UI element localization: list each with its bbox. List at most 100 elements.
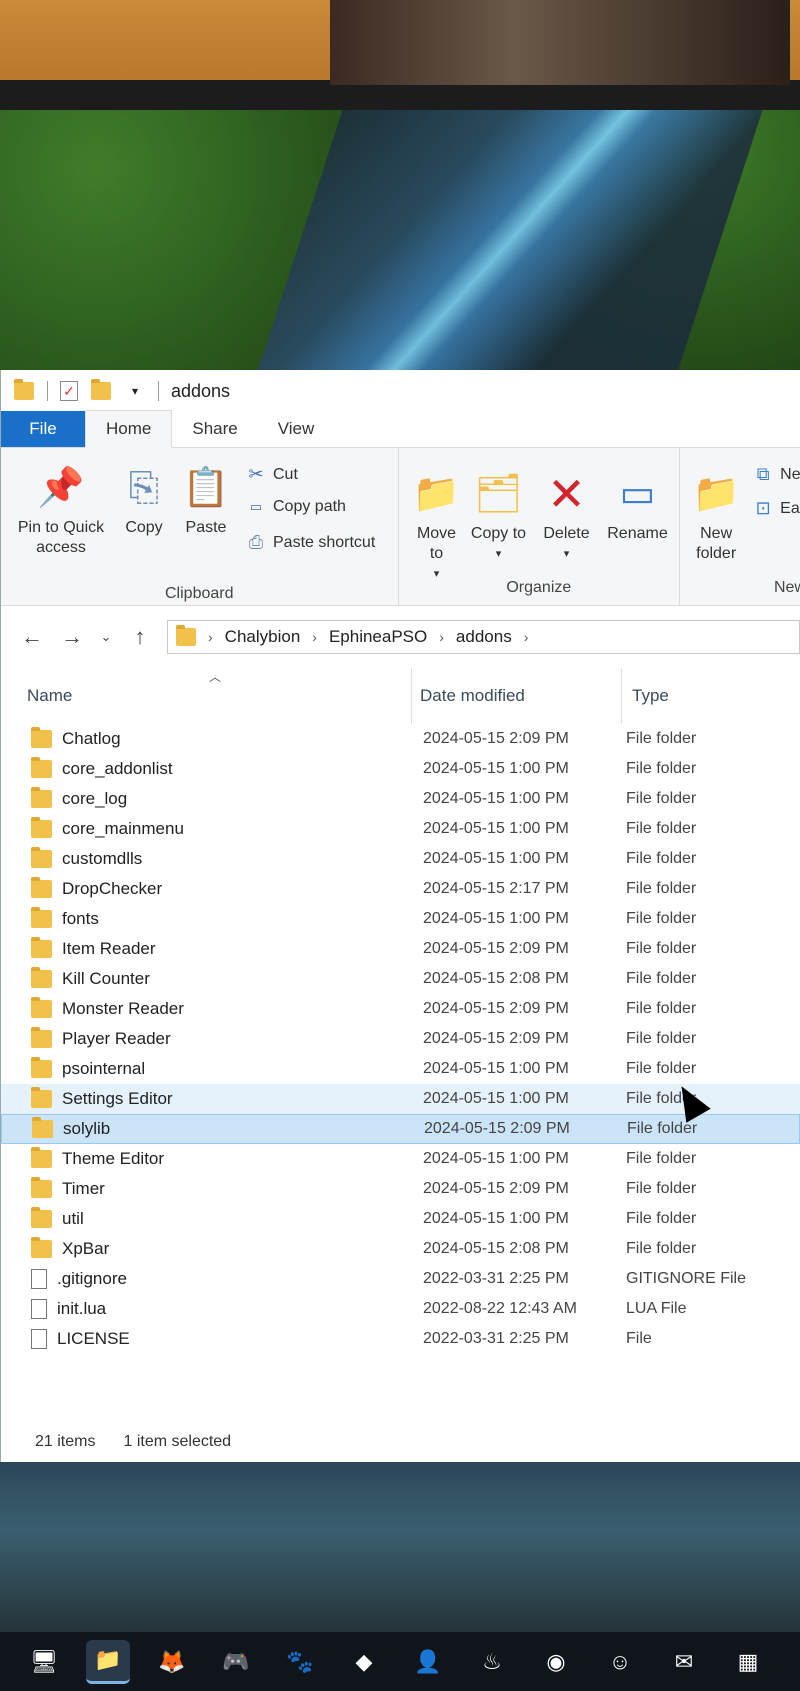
breadcrumb-segment[interactable]: EphineaPSO: [329, 627, 427, 647]
file-name-cell[interactable]: Theme Editor: [1, 1147, 411, 1169]
breadcrumb-segment[interactable]: Chalybion: [225, 627, 301, 647]
tab-view[interactable]: View: [258, 411, 335, 447]
table-row[interactable]: Player Reader 2024-05-15 2:09 PM File fold…: [1, 1024, 800, 1054]
fox-mask-icon[interactable]: 🦊: [150, 1640, 194, 1684]
file-name-cell[interactable]: LICENSE: [1, 1329, 411, 1349]
chevron-right-icon[interactable]: ›: [312, 629, 317, 645]
file-name-cell[interactable]: XpBar: [1, 1237, 411, 1259]
tab-file[interactable]: File: [1, 411, 85, 447]
pin-quick-access-button[interactable]: 📌 Pin to Quick access: [9, 462, 113, 558]
new-folder-button[interactable]: 📁 New folder: [688, 468, 744, 564]
file-name-cell[interactable]: solylib: [2, 1117, 412, 1139]
table-row[interactable]: core_addonlist 2024-05-15 1:00 PM File fol…: [1, 754, 800, 784]
file-name: solylib: [63, 1119, 111, 1138]
file-explorer-icon[interactable]: 📁: [86, 1639, 130, 1684]
chevron-right-icon[interactable]: ›: [524, 629, 529, 645]
table-row[interactable]: LICENSE 2022-03-31 2:25 PM File: [1, 1324, 800, 1354]
file-name-cell[interactable]: Kill Counter: [1, 967, 411, 989]
status-bar: 21 items 1 item selected: [1, 1422, 800, 1462]
character-app-icon[interactable]: 👤: [406, 1640, 450, 1684]
table-row[interactable]: fonts 2024-05-15 1:00 PM File folder: [1, 904, 800, 934]
file-name-cell[interactable]: Settings Editor: [1, 1087, 411, 1109]
table-row[interactable]: Chatlog 2024-05-15 2:09 PM File folder: [1, 724, 800, 754]
file-name-cell[interactable]: customdlls: [1, 847, 411, 869]
table-row[interactable]: Item Reader 2024-05-15 2:09 PM File folder: [1, 934, 800, 964]
back-arrow-icon[interactable]: ←: [19, 624, 45, 650]
delete-button[interactable]: ✕ Delete ▾: [539, 468, 595, 564]
file-name: util: [62, 1209, 84, 1228]
outlook-icon[interactable]: ✉: [662, 1640, 706, 1684]
chrome-icon[interactable]: ◉: [534, 1640, 578, 1684]
file-name-cell[interactable]: core_mainmenu: [1, 817, 411, 839]
easy-access-button[interactable]: ⊡ Ea: [752, 498, 800, 519]
table-row[interactable]: init.lua 2022-08-22 12:43 AM LUA File: [1, 1294, 800, 1324]
table-row[interactable]: psointernal 2024-05-15 1:00 PM File folder: [1, 1054, 800, 1084]
file-name-cell[interactable]: core_addonlist: [1, 757, 411, 779]
properties-check-icon[interactable]: ✓: [60, 381, 78, 401]
delete-x-icon: ✕: [547, 468, 586, 520]
new-folder-icon[interactable]: [90, 379, 112, 402]
discord-icon[interactable]: ☺: [598, 1640, 642, 1684]
column-headers: ︿ Name Date modified Type: [1, 668, 800, 724]
animal-app-icon[interactable]: 🐾: [278, 1640, 322, 1684]
table-row[interactable]: Monster Reader 2024-05-15 2:09 PM File fol…: [1, 994, 800, 1024]
paste-button[interactable]: 📋 Paste: [179, 462, 233, 538]
file-name-cell[interactable]: Player Reader: [1, 1027, 411, 1049]
rename-button[interactable]: ▭ Rename: [603, 468, 673, 544]
table-row[interactable]: DropChecker 2024-05-15 2:17 PM File folder: [1, 874, 800, 904]
customize-dropdown-icon[interactable]: ▾: [124, 380, 146, 402]
file-explorer-window: ✓ ▾ addons File Home Share View 📌 Pin to…: [0, 370, 800, 1462]
desktop-icon[interactable]: 🖥: [22, 1640, 66, 1684]
chevron-right-icon[interactable]: ›: [208, 629, 213, 645]
recent-locations-chevron-icon[interactable]: ⌄: [99, 629, 113, 645]
file-name: .gitignore: [57, 1269, 127, 1288]
file-name: core_log: [62, 789, 128, 808]
paste-label: Paste: [185, 519, 227, 536]
tab-share[interactable]: Share: [172, 411, 257, 447]
table-row[interactable]: core_log 2024-05-15 1:00 PM File folder: [1, 784, 800, 814]
file-name-cell[interactable]: Monster Reader: [1, 997, 411, 1019]
file-name-cell[interactable]: init.lua: [1, 1299, 411, 1319]
file-name-cell[interactable]: .gitignore: [1, 1269, 411, 1289]
breadcrumb-segment[interactable]: addons: [456, 627, 512, 647]
new-item-button[interactable]: ⧉ Ne: [752, 464, 800, 485]
cut-button[interactable]: ✂ Cut: [245, 464, 297, 485]
paste-shortcut-button[interactable]: ⎙ Paste shortcut: [245, 532, 375, 553]
box-app-icon[interactable]: ◆: [342, 1640, 386, 1684]
copy-to-button[interactable]: 🗂 Copy to ▾: [471, 468, 527, 564]
folder-icon: [31, 907, 52, 928]
path-box[interactable]: › Chalybion › EphineaPSO › addons ›: [167, 620, 800, 654]
file-name-cell[interactable]: Item Reader: [1, 937, 411, 959]
file-name-cell[interactable]: util: [1, 1207, 411, 1229]
file-name-cell[interactable]: Chatlog: [1, 727, 411, 749]
chevron-right-icon[interactable]: ›: [439, 629, 444, 645]
forward-arrow-icon[interactable]: →: [59, 624, 85, 650]
copy-label: Copy: [125, 519, 163, 536]
file-list: Chatlog 2024-05-15 2:09 PM File folder core…: [1, 724, 800, 1354]
file-name-cell[interactable]: core_log: [1, 787, 411, 809]
up-arrow-icon[interactable]: ↑: [127, 624, 153, 650]
table-row[interactable]: Theme Editor 2024-05-15 1:00 PM File folde…: [1, 1144, 800, 1174]
column-type-header[interactable]: Type: [621, 668, 800, 724]
file-name-cell[interactable]: Timer: [1, 1177, 411, 1199]
tab-home[interactable]: Home: [85, 410, 173, 448]
table-row[interactable]: .gitignore 2022-03-31 2:25 PM GITIGNORE Fi…: [1, 1264, 800, 1294]
table-row[interactable]: customdlls 2024-05-15 1:00 PM File folder: [1, 844, 800, 874]
move-to-button[interactable]: 📁 Move to ▾: [409, 468, 465, 584]
steam-icon[interactable]: ♨: [470, 1640, 514, 1684]
table-row[interactable]: Timer 2024-05-15 2:09 PM File folder: [1, 1174, 800, 1204]
copy-path-button[interactable]: ▭ Copy path: [245, 498, 346, 516]
table-row[interactable]: XpBar 2024-05-15 2:08 PM File folder: [1, 1234, 800, 1264]
table-row[interactable]: util 2024-05-15 1:00 PM File folder: [1, 1204, 800, 1234]
game-app-icon[interactable]: 🎮: [214, 1640, 258, 1684]
column-date-header[interactable]: Date modified: [411, 668, 621, 724]
calendar-icon[interactable]: ▦: [726, 1640, 770, 1684]
file-name-cell[interactable]: DropChecker: [1, 877, 411, 899]
table-row[interactable]: core_mainmenu 2024-05-15 1:00 PM File fold…: [1, 814, 800, 844]
file-name-cell[interactable]: fonts: [1, 907, 411, 929]
column-name-header[interactable]: Name: [1, 686, 411, 706]
table-row[interactable]: solylib 2024-05-15 2:09 PM File folder: [1, 1114, 800, 1144]
file-name-cell[interactable]: psointernal: [1, 1057, 411, 1079]
table-row[interactable]: Kill Counter 2024-05-15 2:08 PM File folde…: [1, 964, 800, 994]
copy-button[interactable]: ⎘ Copy: [117, 462, 171, 538]
